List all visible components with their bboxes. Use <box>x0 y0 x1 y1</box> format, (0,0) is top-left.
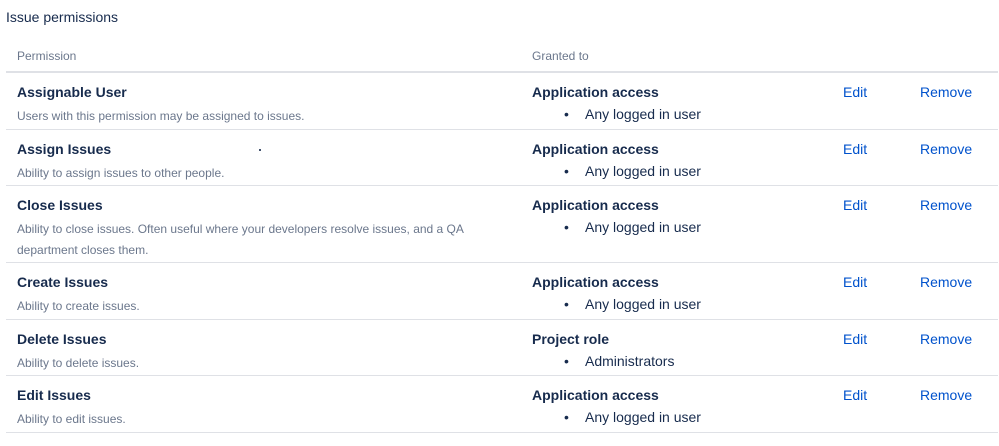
granted-list: • Administrators <box>532 351 674 371</box>
table-row: Create Issues Ability to create issues. … <box>6 263 998 320</box>
permission-name: Edit Issues <box>17 387 91 403</box>
column-header-granted-to: Granted to <box>532 49 589 63</box>
granted-type: Application access <box>532 274 659 290</box>
remove-link[interactable]: Remove <box>920 274 972 290</box>
permission-description: Ability to assign issues to other people… <box>17 165 225 180</box>
remove-link[interactable]: Remove <box>920 84 972 100</box>
table-header: Permission Granted to <box>6 38 998 73</box>
permission-description: Ability to close issues. Often useful wh… <box>17 222 464 257</box>
stray-dot <box>259 149 261 151</box>
permission-name: Delete Issues <box>17 330 107 347</box>
granted-item-label: Any logged in user <box>585 106 701 122</box>
granted-type: Application access <box>532 84 659 100</box>
granted-list: • Any logged in user <box>532 217 701 237</box>
edit-link[interactable]: Edit <box>843 387 867 403</box>
permission-description: Ability to edit issues. <box>17 412 126 426</box>
table-row: Delete Issues Ability to delete issues. … <box>6 320 998 376</box>
edit-link[interactable]: Edit <box>843 84 867 100</box>
permission-name: Create Issues <box>17 274 109 290</box>
granted-item: • Any logged in user <box>532 161 701 181</box>
granted-item-label: Any logged in user <box>585 162 701 179</box>
table-row: Edit Issues Ability to edit issues. Appl… <box>6 376 998 433</box>
table-row: Assign Issues Ability to assign issues t… <box>6 130 998 186</box>
granted-item: • Any logged in user <box>532 104 701 124</box>
permission-description: Ability to create issues. <box>17 299 140 313</box>
granted-item-label: Any logged in user <box>585 219 701 235</box>
bullet-icon: • <box>564 352 569 369</box>
granted-item: • Any logged in user <box>532 217 701 237</box>
permission-name: Assignable User <box>17 84 127 100</box>
remove-link[interactable]: Remove <box>920 141 972 157</box>
granted-item-label: Any logged in user <box>585 409 701 425</box>
edit-link[interactable]: Edit <box>843 274 867 290</box>
permission-description: Ability to delete issues. <box>17 355 140 370</box>
bullet-icon: • <box>564 106 569 122</box>
bullet-icon: • <box>564 409 569 425</box>
column-header-permission: Permission <box>17 49 77 63</box>
remove-link[interactable]: Remove <box>920 331 972 347</box>
granted-type: Project role <box>532 330 610 347</box>
edit-link[interactable]: Edit <box>843 141 867 157</box>
permission-description: Users with this permission may be assign… <box>17 109 305 123</box>
granted-list: • Any logged in user <box>532 407 701 427</box>
edit-link[interactable]: Edit <box>843 331 867 347</box>
granted-item-label: Administrators <box>585 352 675 369</box>
remove-link[interactable]: Remove <box>920 197 972 213</box>
permissions-table: Permission Granted to Assignable User Us… <box>6 38 998 433</box>
permission-name: Close Issues <box>17 197 103 213</box>
granted-type: Application access <box>532 387 659 403</box>
granted-type: Application access <box>532 197 659 213</box>
edit-link[interactable]: Edit <box>843 197 867 213</box>
granted-item-label: Any logged in user <box>585 296 701 312</box>
permission-name: Assign Issues <box>17 140 112 157</box>
bullet-icon: • <box>564 219 569 235</box>
bullet-icon: • <box>564 162 569 179</box>
section-title: Issue permissions <box>6 9 119 25</box>
granted-list: • Any logged in user <box>532 104 701 124</box>
table-row: Close Issues Ability to close issues. Of… <box>6 186 998 263</box>
remove-link[interactable]: Remove <box>920 387 972 403</box>
granted-item: • Administrators <box>532 351 674 371</box>
granted-list: • Any logged in user <box>532 161 701 181</box>
granted-item: • Any logged in user <box>532 407 701 427</box>
bullet-icon: • <box>564 296 569 312</box>
granted-type: Application access <box>532 140 659 157</box>
granted-item: • Any logged in user <box>532 294 701 314</box>
table-row: Assignable User Users with this permissi… <box>6 73 998 130</box>
granted-list: • Any logged in user <box>532 294 701 314</box>
